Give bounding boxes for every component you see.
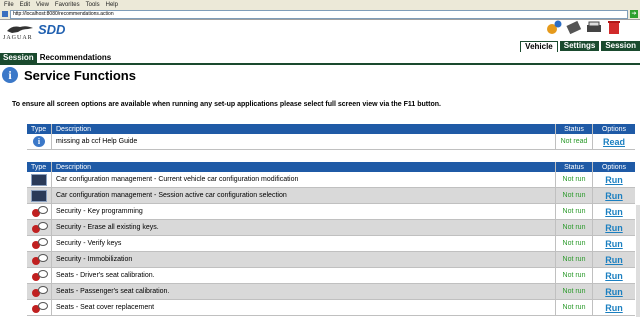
row-description: Security - Immobilization (51, 251, 556, 268)
menu-bar: File Edit View Favorites Tools Help (0, 0, 640, 9)
vertical-scrollbar[interactable] (636, 205, 640, 317)
col-description-header: Description (51, 124, 556, 134)
brand-logo-text: JAGUAR (3, 35, 33, 41)
seat-icon (31, 269, 48, 282)
full-screen-note: To ensure all screen options are availab… (12, 101, 441, 108)
help-table: Type Description Status Options i missin… (27, 124, 635, 150)
security-key-icon (31, 237, 48, 250)
app-name: SDD (38, 22, 66, 37)
gear-settings-icon[interactable] (546, 20, 562, 35)
col-type-header: Type (27, 162, 52, 172)
table-row: Security - Key programming Not run Run (27, 203, 635, 220)
page-icon (2, 11, 8, 17)
run-link[interactable]: Run (592, 172, 635, 188)
col-status-header: Status (555, 162, 593, 172)
row-status: Not run (555, 267, 593, 284)
tab-recommendations[interactable]: Recommendations (37, 53, 115, 63)
table-row: i missing ab ccf Help Guide Not read Rea… (27, 134, 635, 150)
row-status: Not run (555, 235, 593, 252)
info-icon: i (2, 67, 18, 83)
seat-icon (31, 301, 48, 314)
run-link[interactable]: Run (592, 203, 635, 220)
tab-session[interactable]: Session (0, 53, 37, 63)
row-description: Security - Key programming (51, 203, 556, 220)
functions-table: Type Description Status Options Car conf… (27, 162, 635, 316)
row-description: Security - Verify keys (51, 235, 556, 252)
security-key-icon (31, 205, 48, 218)
run-link[interactable]: Run (592, 187, 635, 204)
menu-favorites[interactable]: Favorites (55, 2, 80, 8)
run-link[interactable]: Run (592, 235, 635, 252)
help-table-header: Type Description Status Options (27, 124, 635, 134)
jaguar-leaper-icon (7, 26, 33, 33)
printer-icon[interactable] (586, 20, 602, 35)
run-link[interactable]: Run (592, 219, 635, 236)
menu-tools[interactable]: Tools (86, 2, 100, 8)
read-link[interactable]: Read (592, 134, 635, 150)
row-status: Not run (555, 299, 593, 316)
row-status: Not read (555, 134, 593, 150)
header-toolbar (546, 20, 622, 35)
table-row: Seats - Passenger's seat calibration. No… (27, 283, 635, 300)
tab-settings[interactable]: Settings (559, 41, 600, 51)
menu-help[interactable]: Help (106, 2, 118, 8)
run-link[interactable]: Run (592, 251, 635, 268)
run-link[interactable]: Run (592, 267, 635, 284)
row-status: Not run (555, 219, 593, 236)
app-header: JAGUAR SDD Vehicle Settings Session (0, 20, 640, 53)
menu-view[interactable]: View (36, 2, 49, 8)
menu-edit[interactable]: Edit (20, 2, 30, 8)
row-description: Security - Erase all existing keys. (51, 219, 556, 236)
row-description: Seats - Passenger's seat calibration. (51, 283, 556, 300)
table-row: Seats - Driver's seat calibration. Not r… (27, 267, 635, 284)
table-row: Car configuration management - Current v… (27, 172, 635, 188)
row-status: Not run (555, 187, 593, 204)
security-key-icon (31, 221, 48, 234)
tools-icon[interactable] (566, 20, 582, 35)
row-status: Not run (555, 203, 593, 220)
trash-icon[interactable] (606, 20, 622, 35)
row-description: Seats - Driver's seat calibration. (51, 267, 556, 284)
tab-session-header[interactable]: Session (601, 41, 640, 51)
info-icon: i (33, 136, 45, 147)
menu-file[interactable]: File (4, 2, 14, 8)
seat-icon (31, 285, 48, 298)
col-options-header: Options (592, 162, 635, 172)
col-status-header: Status (555, 124, 593, 134)
table-row: Security - Immobilization Not run Run (27, 251, 635, 268)
row-description: Car configuration management - Current v… (51, 172, 556, 188)
row-description: missing ab ccf Help Guide (51, 134, 556, 150)
tab-vehicle[interactable]: Vehicle (520, 41, 558, 52)
security-key-icon (31, 253, 48, 266)
nav-tabs: Session Recommendations (0, 53, 640, 65)
address-input[interactable]: http://localhost:8080/recommendations.ac… (10, 9, 628, 19)
run-link[interactable]: Run (592, 299, 635, 316)
col-description-header: Description (51, 162, 556, 172)
address-bar: http://localhost:8080/recommendations.ac… (0, 9, 640, 20)
page-title: Service Functions (24, 67, 136, 83)
functions-table-header: Type Description Status Options (27, 162, 635, 172)
table-row: Security - Erase all existing keys. Not … (27, 219, 635, 236)
row-status: Not run (555, 172, 593, 188)
col-options-header: Options (592, 124, 635, 134)
header-tabs: Vehicle Settings Session (520, 41, 640, 52)
table-row: Car configuration management - Session a… (27, 187, 635, 204)
car-config-icon (31, 189, 47, 202)
row-status: Not run (555, 283, 593, 300)
go-arrow-icon[interactable]: ➔ (630, 10, 638, 18)
col-type-header: Type (27, 124, 52, 134)
run-link[interactable]: Run (592, 283, 635, 300)
row-description: Seats - Seat cover replacement (51, 299, 556, 316)
table-row: Seats - Seat cover replacement Not run R… (27, 299, 635, 316)
table-row: Security - Verify keys Not run Run (27, 235, 635, 252)
row-description: Car configuration management - Session a… (51, 187, 556, 204)
page-title-block: i Service Functions (2, 67, 136, 83)
row-status: Not run (555, 251, 593, 268)
car-config-icon (31, 173, 47, 186)
